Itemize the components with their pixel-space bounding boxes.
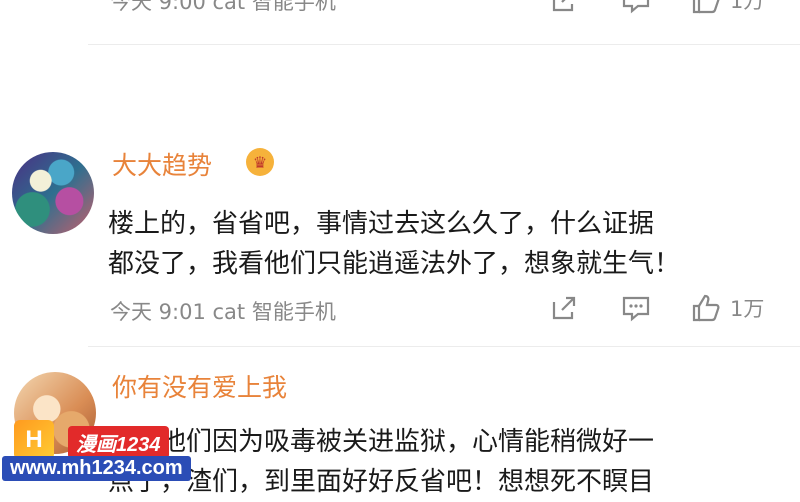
comment-icon — [622, 296, 650, 322]
watermark-logo-icon: H — [14, 420, 54, 460]
prev-like-button[interactable]: 1万 — [690, 0, 764, 16]
comment-meta: 今天 9:01 cat 智能手机 — [110, 300, 336, 324]
comment-icon — [622, 0, 650, 14]
comment-username[interactable]: 你有没有爱上我 — [112, 368, 287, 404]
comment-button[interactable] — [620, 292, 652, 328]
comment-text-line-1: 楼上的，省省吧，事情过去这么久了，什么证据 — [108, 209, 655, 239]
crown-icon: ♛ — [246, 148, 274, 176]
share-icon — [552, 0, 574, 12]
divider — [88, 44, 800, 45]
prev-comment-meta: 今天 9:00 cat 智能手机 — [110, 0, 336, 14]
share-button[interactable] — [548, 292, 580, 328]
prev-like-count: 1万 — [730, 0, 765, 13]
watermark-badge: 漫画1234 — [68, 426, 169, 459]
share-icon — [552, 296, 576, 320]
watermark-url: www.mh1234.com — [2, 456, 191, 481]
prev-share-button[interactable] — [548, 0, 580, 20]
avatar[interactable] — [12, 152, 94, 234]
thumbs-up-icon — [692, 294, 720, 322]
prev-comment-button[interactable] — [620, 0, 652, 20]
like-count: 1万 — [730, 297, 765, 321]
thumbs-up-icon — [692, 0, 720, 14]
divider — [88, 346, 800, 347]
comment-text-line-2: 都没了，我看他们只能逍遥法外了，想象就生气！ — [108, 249, 681, 279]
comment-username[interactable]: 大大趋势 — [112, 146, 212, 182]
like-button[interactable]: 1万 — [690, 292, 764, 324]
